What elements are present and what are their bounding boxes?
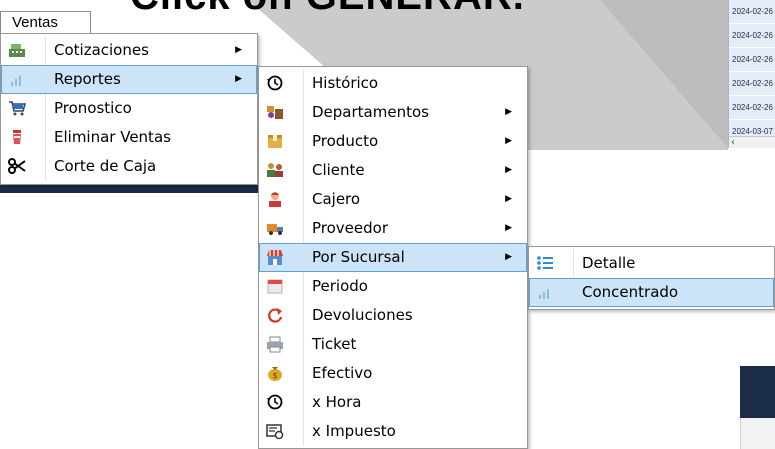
menu-item-historico[interactable]: Histórico [259,69,527,98]
menu-item-label: Reportes [54,70,121,88]
submenu-arrow-icon: ▶ [505,194,512,204]
menu-item-corte-de-caja[interactable]: Corte de Caja [1,152,257,181]
tax-icon [266,422,284,440]
departments-icon [266,103,284,121]
menu-item-label: Cajero [312,190,361,208]
menu-item-label: Ticket [312,335,357,353]
menu-item-cliente[interactable]: Cliente ▶ [259,156,527,185]
date-row: 2024-02-26 [729,96,775,120]
background-dark-bar [0,185,258,193]
shopping-cart-icon [8,99,26,117]
menu-item-label: Departamentos [312,103,429,121]
trash-cup-icon [8,128,26,146]
submenu-arrow-icon: ▶ [235,45,242,55]
menu-item-label: Histórico [312,74,379,92]
menu-item-efectivo[interactable]: $ Efectivo [259,359,527,388]
menu-item-label: x Impuesto [312,422,396,440]
date-row: 2024-02-26 [729,72,775,96]
supplier-truck-icon [266,219,284,237]
date-row: 2024-02-26 [729,24,775,48]
submenu-arrow-icon: ▶ [235,74,242,84]
bar-chart-icon [8,70,26,88]
cash-register-icon [8,41,26,59]
customers-icon [266,161,284,179]
menu-item-label: Pronostico [54,99,132,117]
store-icon [266,248,284,266]
date-row: 2024-02-26 [729,48,775,72]
menu-item-proveedor[interactable]: Proveedor ▶ [259,214,527,243]
menu-item-label: Producto [312,132,379,150]
refresh-arrow-icon [266,306,284,324]
menu-item-detalle[interactable]: Detalle [529,249,774,278]
cashier-icon [266,190,284,208]
submenu-arrow-icon: ▶ [505,107,512,117]
background-dark-block [740,366,775,418]
menu-item-reportes[interactable]: Reportes ▶ [1,65,257,94]
menubar-ventas[interactable]: Ventas [0,11,91,33]
sucursal-menu: Detalle Concentrado [528,246,775,310]
horizontal-scrollbar[interactable]: ‹ [729,136,775,148]
history-clock-icon [266,393,284,411]
printer-icon [266,335,284,353]
menu-item-eliminar-ventas[interactable]: Eliminar Ventas [1,123,257,152]
menu-item-label: Concentrado [582,283,679,301]
product-box-icon [266,132,284,150]
menu-item-label: Corte de Caja [54,157,157,175]
list-icon [536,254,554,272]
menu-item-label: Cliente [312,161,365,179]
menu-item-label: Periodo [312,277,368,295]
menu-item-x-hora[interactable]: x Hora [259,388,527,417]
date-row: 2024-02-26 [729,0,775,24]
menu-item-label: Proveedor [312,219,388,237]
scissors-icon [8,157,26,175]
menu-item-pronostico[interactable]: Pronostico [1,94,257,123]
history-clock-icon [266,74,284,92]
menu-item-cotizaciones[interactable]: Cotizaciones ▶ [1,36,257,65]
menu-item-label: Efectivo [312,364,373,382]
bar-chart-icon [536,283,554,301]
reportes-menu: Histórico Departamentos ▶ Producto ▶ Cli… [258,66,528,449]
menu-item-label: Por Sucursal [312,248,405,266]
menu-item-ticket[interactable]: Ticket [259,330,527,359]
date-list-panel: 2024-02-26 2024-02-26 2024-02-26 2024-02… [728,0,775,148]
menu-item-x-impuesto[interactable]: x Impuesto [259,417,527,446]
menu-item-producto[interactable]: Producto ▶ [259,127,527,156]
calendar-icon [266,277,284,295]
menu-item-por-sucursal[interactable]: Por Sucursal ▶ [259,243,527,272]
menu-item-label: Cotizaciones [54,41,149,59]
menu-item-cajero[interactable]: Cajero ▶ [259,185,527,214]
menu-item-label: x Hora [312,393,362,411]
menu-item-label: Eliminar Ventas [54,128,171,146]
ventas-menu: Cotizaciones ▶ Reportes ▶ Pronostico Eli… [0,33,258,185]
background-light-block [740,418,775,449]
instruction-banner: Click on GENERAR. [130,0,525,19]
submenu-arrow-icon: ▶ [505,223,512,233]
menu-item-label: Detalle [582,254,636,272]
money-bag-icon: $ [266,364,284,382]
submenu-arrow-icon: ▶ [505,252,512,262]
menu-item-periodo[interactable]: Periodo [259,272,527,301]
menu-item-label: Devoluciones [312,306,413,324]
submenu-arrow-icon: ▶ [505,136,512,146]
menu-item-departamentos[interactable]: Departamentos ▶ [259,98,527,127]
submenu-arrow-icon: ▶ [505,165,512,175]
svg-text:$: $ [272,371,277,380]
menu-item-concentrado[interactable]: Concentrado [529,278,774,307]
menu-item-devoluciones[interactable]: Devoluciones [259,301,527,330]
